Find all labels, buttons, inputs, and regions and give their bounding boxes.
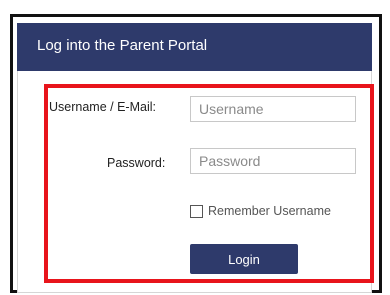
- remember-label: Remember Username: [208, 204, 331, 218]
- username-input[interactable]: [190, 96, 356, 122]
- password-input[interactable]: [190, 148, 356, 174]
- page-title: Log into the Parent Portal: [37, 37, 208, 54]
- username-label: Username / E-Mail:: [49, 100, 156, 114]
- remember-username-option[interactable]: Remember Username: [190, 203, 331, 219]
- password-label: Password:: [107, 156, 166, 170]
- login-button[interactable]: Login: [190, 244, 298, 274]
- remember-checkbox[interactable]: [190, 204, 203, 218]
- top-strip: [0, 0, 390, 14]
- login-header: Log into the Parent Portal: [17, 23, 372, 71]
